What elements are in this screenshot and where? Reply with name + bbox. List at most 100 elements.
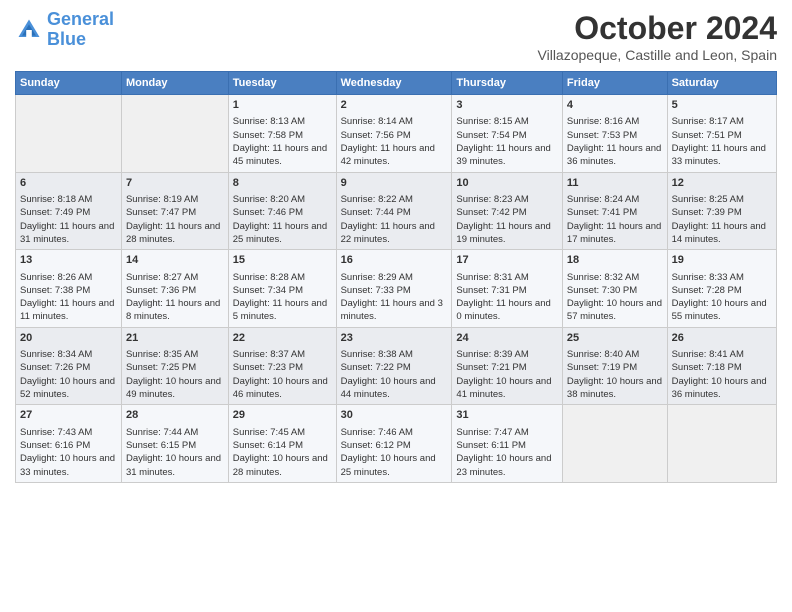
subtitle: Villazopeque, Castille and Leon, Spain — [538, 47, 777, 63]
column-header-tuesday: Tuesday — [228, 72, 336, 95]
day-info: Sunset: 7:42 PM — [456, 206, 558, 219]
day-info: Sunrise: 8:32 AM — [567, 271, 663, 284]
day-number: 31 — [456, 408, 558, 423]
logo-text: General Blue — [47, 10, 114, 50]
day-info: Sunset: 7:31 PM — [456, 284, 558, 297]
day-info: Sunrise: 8:18 AM — [20, 193, 117, 206]
day-number: 26 — [672, 331, 772, 346]
day-info: Sunrise: 8:26 AM — [20, 271, 117, 284]
day-cell: 24Sunrise: 8:39 AMSunset: 7:21 PMDayligh… — [452, 327, 563, 405]
day-info: Sunrise: 8:24 AM — [567, 193, 663, 206]
day-number: 2 — [341, 98, 448, 113]
day-info: Daylight: 11 hours and 33 minutes. — [672, 142, 772, 169]
day-info: Daylight: 10 hours and 31 minutes. — [126, 452, 224, 479]
day-info: Sunset: 7:56 PM — [341, 129, 448, 142]
day-cell: 30Sunrise: 7:46 AMSunset: 6:12 PMDayligh… — [336, 405, 452, 483]
day-cell: 1Sunrise: 8:13 AMSunset: 7:58 PMDaylight… — [228, 95, 336, 173]
day-info: Daylight: 10 hours and 46 minutes. — [233, 375, 332, 402]
day-number: 10 — [456, 176, 558, 191]
day-info: Sunset: 7:33 PM — [341, 284, 448, 297]
day-info: Sunset: 7:53 PM — [567, 129, 663, 142]
day-info: Sunset: 7:34 PM — [233, 284, 332, 297]
day-info: Sunrise: 8:14 AM — [341, 115, 448, 128]
day-info: Daylight: 10 hours and 55 minutes. — [672, 297, 772, 324]
day-cell: 9Sunrise: 8:22 AMSunset: 7:44 PMDaylight… — [336, 172, 452, 250]
day-cell: 3Sunrise: 8:15 AMSunset: 7:54 PMDaylight… — [452, 95, 563, 173]
day-info: Sunset: 6:11 PM — [456, 439, 558, 452]
day-info: Daylight: 11 hours and 39 minutes. — [456, 142, 558, 169]
week-row-1: 1Sunrise: 8:13 AMSunset: 7:58 PMDaylight… — [16, 95, 777, 173]
day-info: Sunrise: 7:47 AM — [456, 426, 558, 439]
day-cell: 25Sunrise: 8:40 AMSunset: 7:19 PMDayligh… — [562, 327, 667, 405]
day-info: Daylight: 10 hours and 23 minutes. — [456, 452, 558, 479]
day-cell — [562, 405, 667, 483]
day-number: 16 — [341, 253, 448, 268]
day-cell: 4Sunrise: 8:16 AMSunset: 7:53 PMDaylight… — [562, 95, 667, 173]
day-cell: 15Sunrise: 8:28 AMSunset: 7:34 PMDayligh… — [228, 250, 336, 328]
day-info: Daylight: 11 hours and 17 minutes. — [567, 220, 663, 247]
day-info: Daylight: 10 hours and 25 minutes. — [341, 452, 448, 479]
week-row-3: 13Sunrise: 8:26 AMSunset: 7:38 PMDayligh… — [16, 250, 777, 328]
day-cell — [121, 95, 228, 173]
day-cell: 16Sunrise: 8:29 AMSunset: 7:33 PMDayligh… — [336, 250, 452, 328]
week-row-2: 6Sunrise: 8:18 AMSunset: 7:49 PMDaylight… — [16, 172, 777, 250]
day-info: Sunset: 7:18 PM — [672, 361, 772, 374]
day-number: 27 — [20, 408, 117, 423]
column-header-sunday: Sunday — [16, 72, 122, 95]
day-info: Sunset: 7:41 PM — [567, 206, 663, 219]
day-info: Sunset: 7:49 PM — [20, 206, 117, 219]
day-info: Sunrise: 8:35 AM — [126, 348, 224, 361]
day-info: Sunrise: 7:45 AM — [233, 426, 332, 439]
day-info: Sunrise: 8:20 AM — [233, 193, 332, 206]
day-info: Sunset: 7:51 PM — [672, 129, 772, 142]
day-info: Daylight: 10 hours and 41 minutes. — [456, 375, 558, 402]
day-info: Sunrise: 8:16 AM — [567, 115, 663, 128]
day-info: Daylight: 11 hours and 3 minutes. — [341, 297, 448, 324]
day-number: 22 — [233, 331, 332, 346]
day-info: Sunset: 7:22 PM — [341, 361, 448, 374]
day-cell: 6Sunrise: 8:18 AMSunset: 7:49 PMDaylight… — [16, 172, 122, 250]
day-cell — [667, 405, 776, 483]
day-info: Daylight: 11 hours and 42 minutes. — [341, 142, 448, 169]
day-number: 28 — [126, 408, 224, 423]
day-number: 5 — [672, 98, 772, 113]
day-info: Sunset: 7:58 PM — [233, 129, 332, 142]
day-info: Sunset: 6:12 PM — [341, 439, 448, 452]
day-number: 1 — [233, 98, 332, 113]
day-info: Sunset: 6:15 PM — [126, 439, 224, 452]
day-cell: 8Sunrise: 8:20 AMSunset: 7:46 PMDaylight… — [228, 172, 336, 250]
day-number: 14 — [126, 253, 224, 268]
day-cell: 10Sunrise: 8:23 AMSunset: 7:42 PMDayligh… — [452, 172, 563, 250]
logo: General Blue — [15, 10, 114, 50]
day-info: Sunset: 7:26 PM — [20, 361, 117, 374]
day-info: Sunset: 7:25 PM — [126, 361, 224, 374]
day-info: Sunrise: 8:19 AM — [126, 193, 224, 206]
day-number: 18 — [567, 253, 663, 268]
day-cell: 26Sunrise: 8:41 AMSunset: 7:18 PMDayligh… — [667, 327, 776, 405]
day-info: Sunrise: 8:23 AM — [456, 193, 558, 206]
title-block: October 2024 Villazopeque, Castille and … — [538, 10, 777, 63]
day-info: Daylight: 11 hours and 8 minutes. — [126, 297, 224, 324]
day-info: Sunset: 6:14 PM — [233, 439, 332, 452]
day-info: Sunrise: 8:39 AM — [456, 348, 558, 361]
column-header-saturday: Saturday — [667, 72, 776, 95]
day-info: Daylight: 10 hours and 28 minutes. — [233, 452, 332, 479]
day-number: 25 — [567, 331, 663, 346]
day-number: 20 — [20, 331, 117, 346]
day-info: Daylight: 10 hours and 33 minutes. — [20, 452, 117, 479]
day-cell: 12Sunrise: 8:25 AMSunset: 7:39 PMDayligh… — [667, 172, 776, 250]
logo-line2: Blue — [47, 29, 86, 49]
day-cell: 28 Sunrise: 7:44 AMSunset: 6:15 PMDayligh… — [121, 405, 228, 483]
day-cell: 29Sunrise: 7:45 AMSunset: 6:14 PMDayligh… — [228, 405, 336, 483]
day-info: Sunrise: 8:31 AM — [456, 271, 558, 284]
day-number: 7 — [126, 176, 224, 191]
day-info: Daylight: 10 hours and 52 minutes. — [20, 375, 117, 402]
day-info: Sunset: 7:38 PM — [20, 284, 117, 297]
day-info: Daylight: 11 hours and 22 minutes. — [341, 220, 448, 247]
day-info: Sunset: 7:54 PM — [456, 129, 558, 142]
logo-icon — [15, 16, 43, 44]
day-info: Sunrise: 7:44 AM — [126, 426, 224, 439]
day-number: 30 — [341, 408, 448, 423]
column-header-thursday: Thursday — [452, 72, 563, 95]
day-info: Sunrise: 8:33 AM — [672, 271, 772, 284]
